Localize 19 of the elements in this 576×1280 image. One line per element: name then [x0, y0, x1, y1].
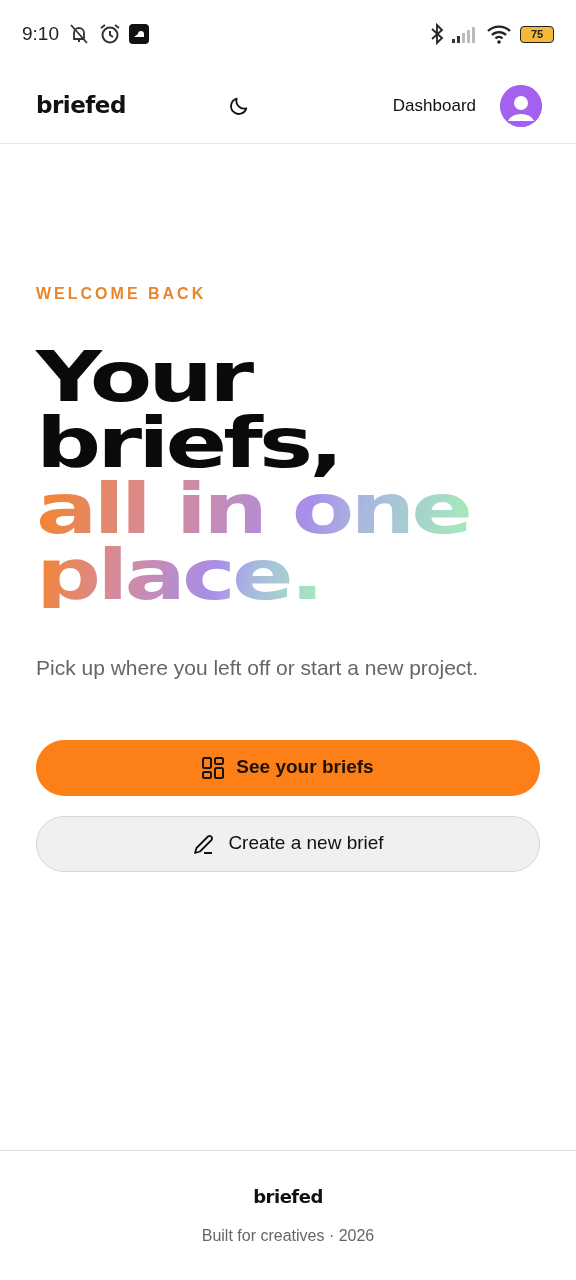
grid-icon	[202, 756, 225, 779]
battery-level: 75	[520, 25, 554, 43]
avatar-icon[interactable]	[500, 84, 542, 127]
dashboard-link[interactable]: Dashboard	[392, 92, 476, 119]
bell-muted-icon	[67, 23, 91, 45]
hero-headline: Your briefs, all in one place.	[36, 344, 471, 608]
app-notification-icon	[129, 24, 149, 44]
bluetooth-icon	[430, 23, 444, 45]
create-brief-button[interactable]: Create a new brief	[36, 815, 540, 872]
brand-logo[interactable]: briefed	[36, 88, 126, 123]
alarm-clock-icon	[99, 23, 121, 45]
footer-logo: briefed	[253, 1185, 323, 1209]
footer-note: Built for creatives · 2026	[201, 1226, 375, 1246]
signal-icon	[452, 25, 478, 43]
hero-subtitle: Pick up where you left off or start a new project.	[36, 655, 479, 681]
see-briefs-button[interactable]: See your briefs	[36, 739, 540, 796]
status-time: 9:10	[22, 21, 59, 46]
eyebrow-text: WELCOME BACK	[36, 284, 208, 304]
wifi-icon	[486, 24, 512, 44]
